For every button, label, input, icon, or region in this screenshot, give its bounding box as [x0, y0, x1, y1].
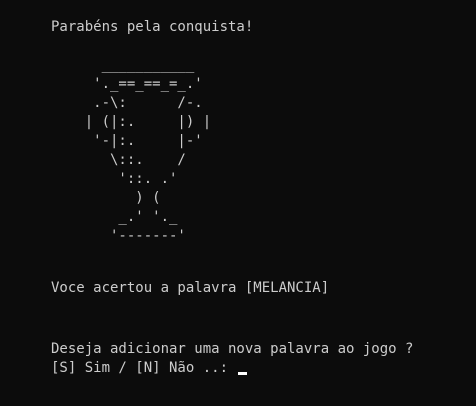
input-prompt: [S] Sim / [N] Não ..:	[51, 360, 237, 376]
result-message: Voce acertou a palavra [MELANCIA]	[51, 280, 330, 296]
congrats-message: Parabéns pela conquista!	[51, 19, 254, 35]
trophy-ascii-art: ___________ '._==_==_=_.' .-\: /-. | (|:…	[84, 57, 212, 244]
console-window: Parabéns pela conquista! ___________ '._…	[0, 0, 476, 406]
question-message: Deseja adicionar uma nova palavra ao jog…	[51, 341, 414, 357]
text-cursor	[238, 372, 248, 375]
input-prompt-line[interactable]: [S] Sim / [N] Não ..:	[51, 359, 248, 378]
